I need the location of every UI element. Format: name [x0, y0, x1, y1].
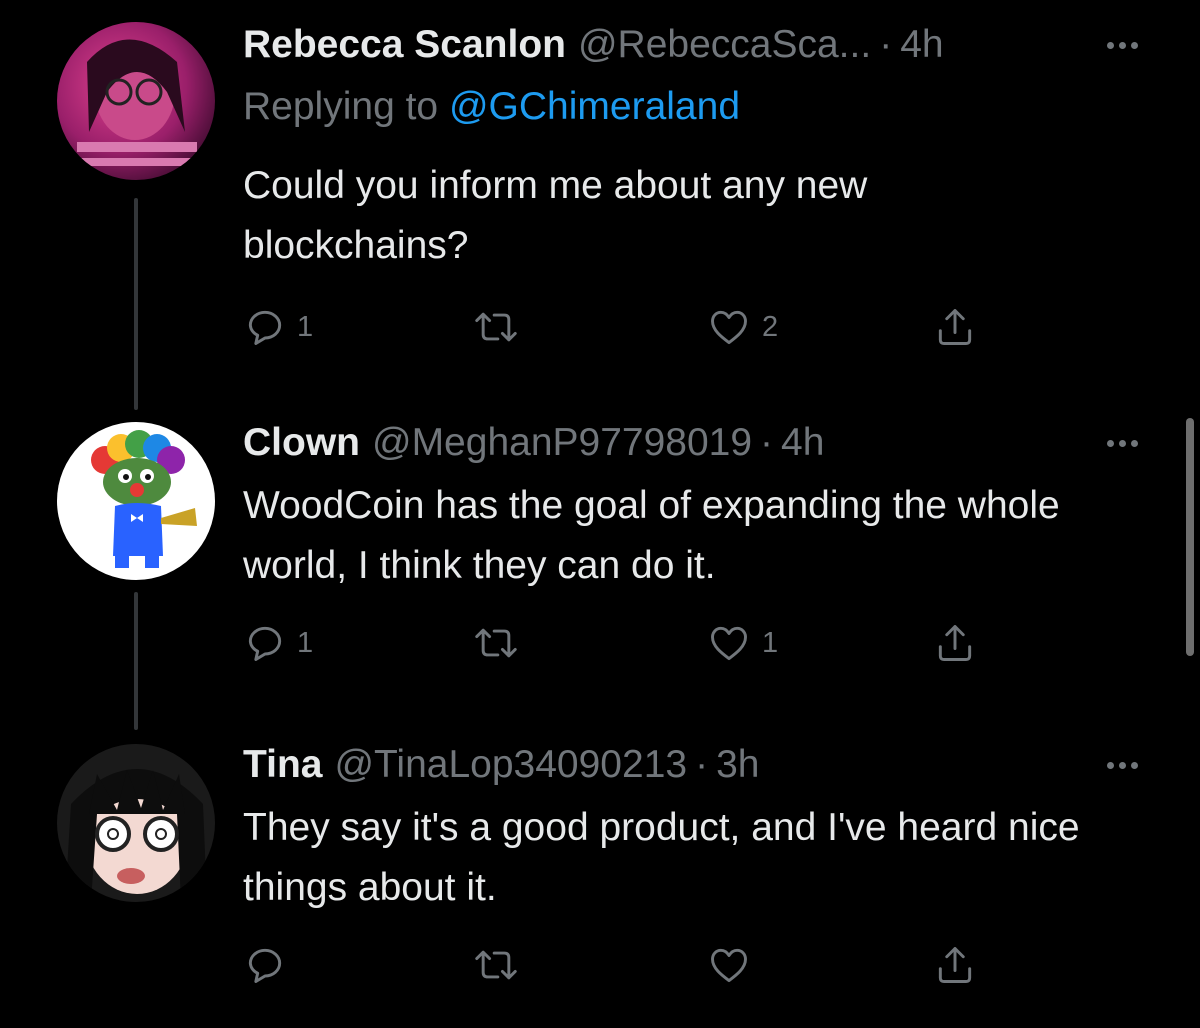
replying-to-label: Replying to: [243, 85, 439, 128]
heart-icon: [706, 305, 752, 349]
share-button[interactable]: [933, 302, 977, 352]
user-handle[interactable]: @TinaLop34090213: [334, 740, 687, 790]
avatar[interactable]: [57, 422, 215, 580]
timestamp[interactable]: 4h: [781, 418, 824, 468]
share-icon: [933, 621, 977, 665]
share-icon: [933, 943, 977, 987]
tweet-header: Rebecca Scanlon @RebeccaSca... · 4h: [243, 20, 944, 70]
reply-icon: [243, 943, 287, 987]
retweet-icon: [471, 621, 521, 665]
avatar[interactable]: [57, 744, 215, 902]
mention-link[interactable]: @GChimeraland: [449, 85, 740, 128]
replying-to: Replying to @GChimeraland: [243, 82, 740, 132]
reply-button[interactable]: 1: [243, 302, 313, 352]
reply-icon: [243, 621, 287, 665]
reply-button[interactable]: 1: [243, 618, 313, 668]
more-icon[interactable]: [1107, 42, 1138, 49]
display-name[interactable]: Tina: [243, 740, 322, 790]
reply-button[interactable]: [243, 940, 297, 990]
timestamp[interactable]: 4h: [900, 20, 943, 70]
retweet-button[interactable]: [471, 302, 531, 352]
share-button[interactable]: [933, 940, 977, 990]
separator-dot: ·: [879, 23, 893, 66]
separator-dot: ·: [695, 743, 709, 786]
reply-count: 1: [297, 310, 314, 343]
retweet-icon: [471, 943, 521, 987]
user-handle[interactable]: @RebeccaSca...: [578, 20, 871, 70]
reply-icon: [243, 305, 287, 349]
display-name[interactable]: Rebecca Scanlon: [243, 20, 566, 70]
like-button[interactable]: [706, 940, 762, 990]
retweet-button[interactable]: [471, 618, 531, 668]
tweet[interactable]: Clown @MeghanP97798019 · 4h WoodCoin has…: [0, 418, 1200, 678]
more-icon[interactable]: [1107, 440, 1138, 447]
tweet-header: Tina @TinaLop34090213 · 3h: [243, 740, 759, 790]
scrollbar[interactable]: [1186, 418, 1194, 656]
like-count: 2: [762, 310, 779, 343]
timestamp[interactable]: 3h: [716, 740, 759, 790]
tweet[interactable]: Rebecca Scanlon @RebeccaSca... · 4h Repl…: [0, 20, 1200, 360]
tweet-header: Clown @MeghanP97798019 · 4h: [243, 418, 824, 468]
heart-icon: [706, 943, 752, 987]
display-name[interactable]: Clown: [243, 418, 360, 468]
reply-count: 1: [297, 626, 314, 659]
tweet-text: WoodCoin has the goal of expanding the w…: [243, 484, 1060, 587]
like-count: 1: [762, 626, 779, 659]
like-button[interactable]: 2: [706, 302, 778, 352]
separator-dot: ·: [760, 421, 774, 464]
tweet-text: They say it's a good product, and I've h…: [243, 806, 1080, 909]
action-bar: [243, 940, 1003, 990]
action-bar: 1 1: [243, 618, 1003, 668]
retweet-icon: [471, 305, 521, 349]
like-button[interactable]: 1: [706, 618, 778, 668]
more-icon[interactable]: [1107, 762, 1138, 769]
tweet[interactable]: Tina @TinaLop34090213 · 3h They say it's…: [0, 740, 1200, 1028]
action-bar: 1 2: [243, 302, 1003, 352]
share-icon: [933, 305, 977, 349]
retweet-button[interactable]: [471, 940, 531, 990]
heart-icon: [706, 621, 752, 665]
user-handle[interactable]: @MeghanP97798019: [372, 418, 752, 468]
share-button[interactable]: [933, 618, 977, 668]
avatar[interactable]: [57, 22, 215, 180]
tweet-text: Could you inform me about any new blockc…: [243, 164, 868, 267]
